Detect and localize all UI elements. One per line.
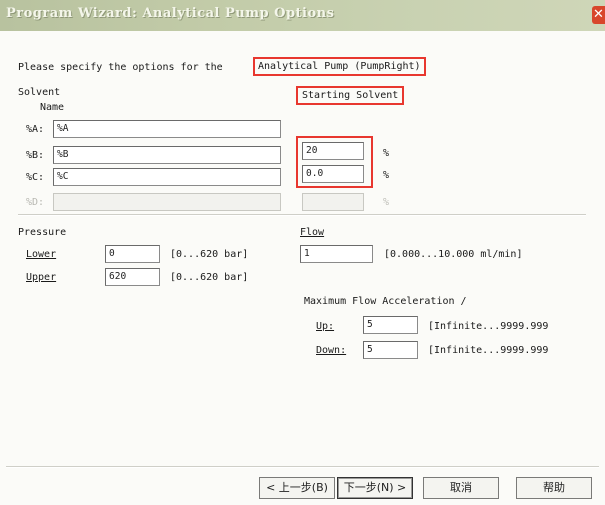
pressure-lower-range: [0...620 bar] <box>170 249 249 260</box>
footer-divider <box>6 466 599 468</box>
flow-up-range: [Infinite...9999.999 <box>428 321 549 332</box>
close-icon[interactable]: ✕ <box>592 6 605 24</box>
title-bar: Program Wizard: Analytical Pump Options … <box>0 0 605 31</box>
flow-input[interactable]: 1 <box>300 245 373 263</box>
solvent-d-percent-input <box>302 193 364 211</box>
solvent-a-name-input[interactable]: %A <box>53 120 281 138</box>
pressure-section-label: Pressure <box>18 227 67 238</box>
solvent-d-percent-unit: % <box>383 197 390 208</box>
flow-up-input[interactable]: 5 <box>363 316 418 334</box>
solvent-b-label: %B: <box>26 150 45 161</box>
solvent-d-label: %D: <box>26 197 45 208</box>
solvent-d-name-input <box>53 193 281 211</box>
wizard-window: Program Wizard: Analytical Pump Options … <box>0 0 605 505</box>
pressure-lower-input[interactable]: 0 <box>105 245 160 263</box>
pressure-upper-label: Upper <box>26 272 57 283</box>
flow-range: [0.000...10.000 ml/min] <box>384 249 523 260</box>
section-divider <box>18 214 586 216</box>
pressure-upper-range: [0...620 bar] <box>170 272 249 283</box>
solvent-b-percent-unit: % <box>383 148 390 159</box>
cancel-button[interactable]: 取消 <box>423 477 499 499</box>
starting-solvent-header: Starting Solvent <box>296 86 405 105</box>
flow-down-input[interactable]: 5 <box>363 341 418 359</box>
solvent-c-label: %C: <box>26 172 45 183</box>
window-title: Program Wizard: Analytical Pump Options <box>6 6 335 21</box>
intro-text: Please specify the options for the <box>18 62 223 73</box>
solvent-section-label: Solvent <box>18 87 61 98</box>
solvent-name-header: Name <box>40 102 65 113</box>
flow-down-range: [Infinite...9999.999 <box>428 345 549 356</box>
flow-up-label: Up: <box>316 321 335 332</box>
back-button[interactable]: < 上一步(B) <box>259 477 335 499</box>
pressure-lower-label: Lower <box>26 249 57 260</box>
solvent-a-label: %A: <box>26 124 45 135</box>
solvent-b-percent-input[interactable]: 20 <box>302 142 364 160</box>
solvent-c-percent-input[interactable]: 0.0 <box>302 165 364 183</box>
pump-name-highlight: Analytical Pump (PumpRight) <box>253 57 426 76</box>
help-button[interactable]: 帮助 <box>516 477 592 499</box>
flow-accel-label: Maximum Flow Acceleration / <box>304 296 467 307</box>
flow-down-label: Down: <box>316 345 347 356</box>
solvent-c-percent-unit: % <box>383 170 390 181</box>
solvent-c-name-input[interactable]: %C <box>53 168 281 186</box>
solvent-b-name-input[interactable]: %B <box>53 146 281 164</box>
next-button[interactable]: 下一步(N) > <box>337 477 413 499</box>
pressure-upper-input[interactable]: 620 <box>105 268 160 286</box>
flow-section-label: Flow <box>300 227 325 238</box>
